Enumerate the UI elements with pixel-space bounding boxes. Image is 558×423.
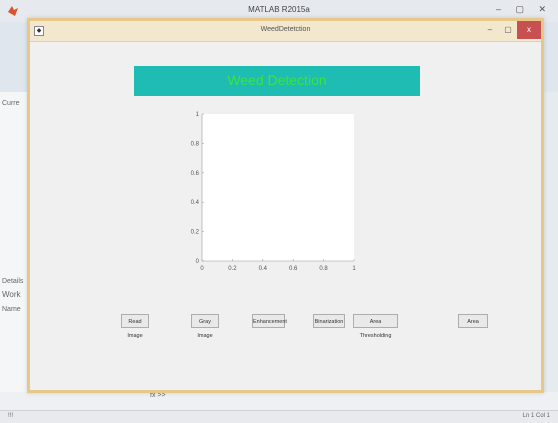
current-folder-label: Curre bbox=[2, 100, 20, 107]
figure-title: WeedDetetction bbox=[260, 26, 311, 33]
status-bar: !!! Ln 1 Col 1 bbox=[0, 410, 558, 423]
command-prompt[interactable]: fx >> bbox=[150, 392, 410, 412]
image-axes[interactable]: 0 0.2 0.4 0.6 0.8 1 0 0.2 0.4 0.6 0.8 1 bbox=[185, 105, 365, 275]
x-tick-label: 0.6 bbox=[289, 266, 298, 272]
maximize-button[interactable]: ▢ bbox=[499, 21, 517, 39]
y-tick-label: 0.4 bbox=[191, 200, 200, 206]
matlab-window-title: MATLAB R2015a bbox=[248, 5, 310, 14]
binarization-button[interactable]: Binarization bbox=[313, 314, 345, 328]
figure-window-controls: – ▢ x bbox=[481, 21, 541, 39]
figure-window: ◆ WeedDetetction – ▢ x Weed Detection 00… bbox=[27, 18, 544, 393]
y-tick-label: 0.8 bbox=[191, 141, 200, 147]
banner-title: Weed Detection bbox=[227, 72, 327, 88]
title-banner: Weed Detection bbox=[134, 66, 420, 96]
read-image-button[interactable]: Read Image bbox=[121, 314, 149, 339]
figure-titlebar: ◆ WeedDetetction – ▢ x bbox=[30, 21, 541, 42]
y-tick-label: 1 bbox=[196, 112, 200, 118]
x-tick-label: 0.2 bbox=[228, 266, 237, 272]
gray-image-button[interactable]: Gray Image bbox=[191, 314, 219, 339]
area-button[interactable]: Area bbox=[458, 314, 488, 328]
matlab-window-controls[interactable]: – ▢ ✕ bbox=[496, 4, 552, 15]
y-tick-label: 0 bbox=[196, 259, 200, 265]
enhancement-button[interactable]: Enhancement bbox=[252, 314, 287, 328]
close-button[interactable]: x bbox=[517, 21, 541, 39]
x-tick-label: 0.8 bbox=[319, 266, 328, 272]
status-left: !!! bbox=[8, 413, 14, 419]
axes-plot-area bbox=[202, 114, 354, 261]
area-thresholding-button[interactable]: Area Thresholding bbox=[353, 314, 398, 339]
x-tick-label: 0.4 bbox=[259, 266, 268, 272]
workspace-label: Work bbox=[2, 290, 21, 299]
cursor-position: Ln 1 Col 1 bbox=[522, 413, 550, 419]
right-panel-strip bbox=[544, 92, 558, 392]
x-tick-label: 0 bbox=[200, 266, 204, 272]
y-tick-label: 0.6 bbox=[191, 171, 200, 177]
name-column-label: Name bbox=[2, 306, 21, 313]
minimize-button[interactable]: – bbox=[481, 21, 499, 39]
x-tick-label: 1 bbox=[352, 266, 356, 272]
details-label: Details bbox=[2, 278, 24, 285]
y-tick-label: 0.2 bbox=[191, 230, 200, 236]
